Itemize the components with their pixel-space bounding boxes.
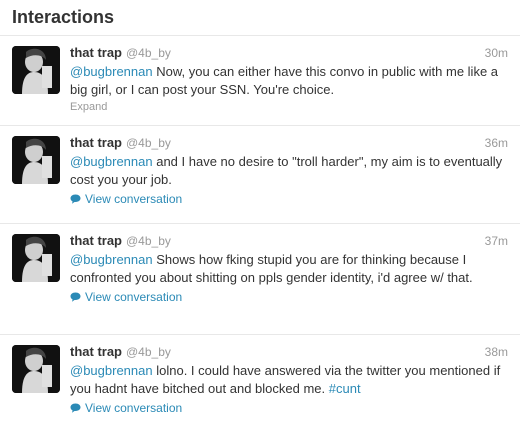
- tweet-timestamp[interactable]: 37m: [485, 232, 508, 250]
- avatar[interactable]: [12, 136, 60, 184]
- avatar[interactable]: [12, 345, 60, 393]
- tweet-timestamp[interactable]: 36m: [485, 134, 508, 152]
- tweet-fullname[interactable]: that trap: [70, 344, 122, 359]
- mention-link[interactable]: @bugbrennan: [70, 363, 153, 378]
- expand-link[interactable]: Expand: [70, 101, 508, 113]
- tweet-fullname[interactable]: that trap: [70, 45, 122, 60]
- tweet-item[interactable]: that trap @4b_by 37m @bugbrennan Shows ho…: [0, 224, 520, 335]
- tweet-username[interactable]: @4b_by: [126, 46, 171, 60]
- tweet-timestamp[interactable]: 38m: [485, 343, 508, 361]
- view-conversation-label[interactable]: View conversation: [85, 289, 182, 305]
- tweet-item[interactable]: that trap @4b_by 30m @bugbrennan Now, you…: [0, 36, 520, 126]
- tweet-item[interactable]: that trap @4b_by 38m @bugbrennan lolno. I…: [0, 335, 520, 424]
- mention-link[interactable]: @bugbrennan: [70, 154, 153, 169]
- tweet-item[interactable]: that trap @4b_by 36m @bugbrennan and I ha…: [0, 126, 520, 224]
- tweet-text: @bugbrennan lolno. I could have answered…: [70, 362, 508, 398]
- speech-bubble-icon: [70, 292, 81, 302]
- speech-bubble-icon: [70, 194, 81, 204]
- mention-link[interactable]: @bugbrennan: [70, 252, 153, 267]
- avatar-image: [12, 345, 60, 393]
- tweet-text: @bugbrennan and I have no desire to "tro…: [70, 153, 508, 189]
- avatar[interactable]: [12, 234, 60, 282]
- tweet-username[interactable]: @4b_by: [126, 136, 171, 150]
- view-conversation-label[interactable]: View conversation: [85, 191, 182, 207]
- interactions-stream: that trap @4b_by 30m @bugbrennan Now, you…: [0, 36, 520, 424]
- view-conversation-link[interactable]: View conversation: [70, 289, 508, 305]
- tweet-fullname[interactable]: that trap: [70, 135, 122, 150]
- view-conversation-label[interactable]: View conversation: [85, 400, 182, 416]
- mention-link[interactable]: @bugbrennan: [70, 64, 153, 79]
- tweet-text: @bugbrennan Shows how fking stupid you a…: [70, 251, 508, 287]
- avatar[interactable]: [12, 46, 60, 94]
- view-conversation-link[interactable]: View conversation: [70, 191, 508, 207]
- tweet-timestamp[interactable]: 30m: [485, 44, 508, 62]
- tweet-text: @bugbrennan Now, you can either have thi…: [70, 63, 508, 99]
- avatar-image: [12, 234, 60, 282]
- avatar-image: [12, 136, 60, 184]
- avatar-image: [12, 46, 60, 94]
- tweet-username[interactable]: @4b_by: [126, 234, 171, 248]
- tweet-username[interactable]: @4b_by: [126, 345, 171, 359]
- page-header: Interactions: [0, 0, 520, 36]
- hashtag-link[interactable]: #cunt: [329, 381, 361, 396]
- page-title: Interactions: [12, 7, 115, 27]
- tweet-fullname[interactable]: that trap: [70, 233, 122, 248]
- speech-bubble-icon: [70, 403, 81, 413]
- view-conversation-link[interactable]: View conversation: [70, 400, 508, 416]
